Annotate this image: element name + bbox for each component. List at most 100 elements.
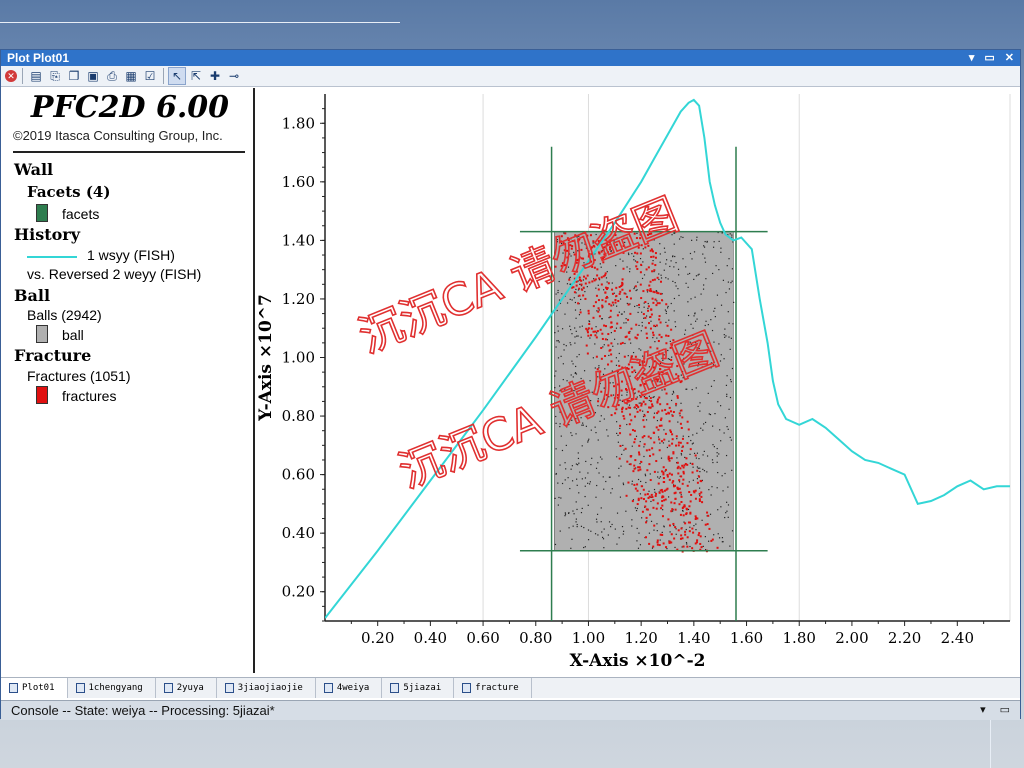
x-tick-label: 2.00 [835,629,868,647]
crosshair-icon[interactable]: ✚ [207,68,223,84]
fracture-speck [659,321,662,324]
ball-speck [720,440,722,442]
fracture-speck [618,285,621,288]
tab-fracture[interactable]: fracture [454,678,532,698]
fracture-speck [652,331,655,334]
fracture-speck [642,313,645,316]
ball-speck [670,260,672,262]
fracture-speck [682,466,685,469]
ball-speck [720,247,722,249]
print-icon[interactable]: ⎙ [104,68,120,84]
ball-speck [663,247,666,249]
fracture-speck [662,477,665,480]
fracture-speck [655,460,658,463]
ball-speck [680,494,682,496]
ball-speck [692,466,694,468]
ball-speck [623,311,625,313]
fracture-speck [696,469,699,472]
ball-speck [555,293,557,295]
ball-speck [697,467,699,469]
console-restore-icon[interactable]: ▭ [1000,701,1010,720]
fracture-speck [632,470,635,473]
export-icon[interactable]: ⎘ [47,68,63,84]
ball-speck [590,429,592,431]
tab-plot01[interactable]: Plot01 [1,678,68,698]
document-icon [75,683,85,693]
ball-speck [685,282,687,284]
check-icon[interactable]: ☑ [142,68,158,84]
restore-icon[interactable]: ▭ [984,50,994,66]
ball-speck [712,444,714,446]
fracture-speck [590,327,593,330]
console-dropdown-icon[interactable]: ▾ [980,701,986,720]
fracture-speck [685,508,688,511]
ball-speck [678,481,681,483]
ball-speck [665,263,667,265]
window-titlebar[interactable]: Plot Plot01 ▾ ▭ ✕ [1,50,1020,66]
query-pointer-icon[interactable]: ⇱ [188,68,204,84]
ball-speck [641,321,643,324]
ball-speck [581,325,583,327]
ball-speck [701,309,703,311]
fracture-speck [680,409,683,412]
fracture-speck [656,276,659,279]
ball-speck [720,304,723,306]
fracture-speck [675,444,678,447]
ball-speck [668,440,670,442]
ball-speck [612,345,614,347]
stop-icon[interactable]: ✕ [5,70,17,82]
tab-4weiya[interactable]: 4weiya [316,678,383,698]
ball-speck [564,513,567,515]
fracture-speck [626,295,629,298]
fracture-speck [618,292,621,295]
tab-3jiaojiaojie[interactable]: 3jiaojiaojie [217,678,316,698]
ball-speck [708,413,710,415]
ball-speck [700,427,702,429]
fracture-speck [689,521,692,524]
ball-speck [675,528,677,530]
ball-speck [584,546,586,548]
ball-speck [601,536,604,539]
layout-icon[interactable]: ▦ [123,68,139,84]
ball-speck [712,272,714,275]
ball-speck [693,315,695,317]
fracture-speck [652,301,655,304]
measure-icon[interactable]: ⊸ [226,68,242,84]
ball-speck [676,438,678,440]
fracture-speck [657,292,660,295]
ball-speck [680,454,683,456]
ball-speck [673,524,675,527]
history-plot[interactable]: 0.20 0.40 0.60 0.80 1.00 1.20 1.40 1.60 1.80 2.00… [257,88,1020,673]
select-pointer-icon[interactable]: ↖ [168,67,186,85]
ball-speck [564,479,566,481]
close-icon[interactable]: ✕ [1005,50,1014,66]
tab-1chengyang[interactable]: 1chengyang [68,678,156,698]
tab-5jiazai[interactable]: 5jiazai [382,678,455,698]
toolbar-separator [22,68,23,84]
menu-dropdown-icon[interactable]: ▾ [969,50,975,66]
ball-speck [582,279,585,281]
ball-speck [707,540,710,542]
fracture-speck [652,506,655,509]
save-icon[interactable]: ▣ [85,68,101,84]
ball-speck [640,330,642,332]
fracture-speck [681,416,684,419]
ball-speck [606,429,608,431]
y-tick-label: 0.60 [282,466,315,484]
facets-label: Facets (4) [27,183,111,201]
ball-speck [689,545,691,548]
ball-speck [589,337,591,339]
ball-speck [601,531,603,533]
ball-speck [690,439,692,442]
fracture-speck [668,472,671,475]
status-bar: Console -- State: weiya -- Processing: 5… [1,700,1020,720]
ball-speck [730,282,732,284]
ball-speck [717,509,719,511]
ball-speck [554,497,556,499]
fracture-speck [655,304,658,307]
copy-icon[interactable]: ❐ [66,68,82,84]
ball-speck [619,496,622,498]
tab-2yuya[interactable]: 2yuya [156,678,217,698]
fracture-speck [667,411,670,414]
panel-icon[interactable]: ▤ [28,68,44,84]
